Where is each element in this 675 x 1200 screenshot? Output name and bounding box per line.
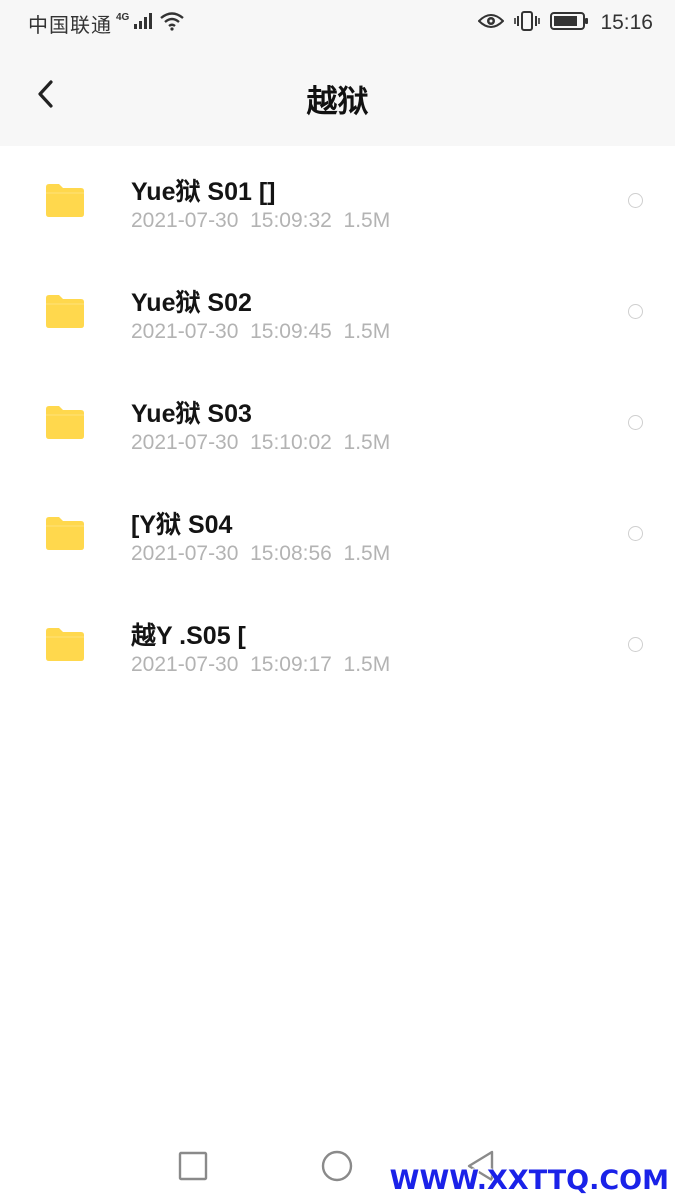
home-icon[interactable] — [319, 1148, 355, 1184]
signal-icon — [133, 12, 155, 35]
wifi-icon — [159, 11, 185, 36]
file-size: 1.5M — [343, 653, 391, 676]
list-item[interactable]: Yue狱 S02 2021-07-30 15:09:45 1.5M — [0, 257, 675, 368]
file-date: 2021-07-30 — [131, 320, 239, 343]
select-radio[interactable] — [628, 304, 643, 319]
folder-icon — [44, 515, 86, 551]
file-date: 2021-07-30 — [131, 431, 239, 454]
file-name: Yue狱 S02 — [131, 289, 252, 317]
clock: 15:16 — [600, 11, 653, 34]
recent-apps-icon[interactable] — [175, 1148, 211, 1184]
page-title: 越狱 — [306, 84, 369, 119]
watermark: WWW.XXTTQ.COM — [389, 1165, 669, 1196]
file-time: 15:09:17 — [250, 653, 332, 676]
network-type-label: 4G — [116, 11, 130, 23]
file-name: Yue狱 S03 — [131, 400, 252, 428]
file-time: 15:09:45 — [250, 320, 332, 343]
list-item[interactable]: Yue狱 S03 2021-07-30 15:10:02 1.5M — [0, 368, 675, 479]
title-bar: 越狱 — [0, 46, 675, 146]
folder-icon — [44, 182, 86, 218]
folder-icon — [44, 404, 86, 440]
file-meta: 2021-07-30 15:08:56 1.5M — [131, 542, 390, 566]
file-size: 1.5M — [343, 542, 391, 565]
file-date: 2021-07-30 — [131, 209, 239, 232]
status-bar: 中国联通 4G 15:16 — [0, 0, 675, 46]
file-meta: 2021-07-30 15:10:02 1.5M — [131, 431, 390, 455]
folder-icon — [44, 626, 86, 662]
file-meta: 2021-07-30 15:09:45 1.5M — [131, 320, 390, 344]
file-meta: 2021-07-30 15:09:17 1.5M — [131, 653, 390, 677]
file-name: Yue狱 S01 [] — [131, 178, 276, 206]
list-item[interactable]: [Y狱 S04 2021-07-30 15:08:56 1.5M — [0, 479, 675, 590]
file-list: Yue狱 S01 [] 2021-07-30 15:09:32 1.5M Yue… — [0, 146, 675, 701]
file-name: [Y狱 S04 — [131, 511, 233, 539]
file-size: 1.5M — [343, 209, 391, 232]
eye-icon — [478, 12, 505, 35]
file-time: 15:09:32 — [250, 209, 332, 232]
select-radio[interactable] — [628, 415, 643, 430]
file-name: 越Y .S05 [ — [131, 622, 246, 650]
list-item[interactable]: Yue狱 S01 [] 2021-07-30 15:09:32 1.5M — [0, 146, 675, 257]
file-date: 2021-07-30 — [131, 542, 239, 565]
battery-icon — [550, 11, 590, 36]
file-size: 1.5M — [343, 320, 391, 343]
file-time: 15:10:02 — [250, 431, 332, 454]
vibrate-icon — [514, 10, 541, 37]
file-date: 2021-07-30 — [131, 653, 239, 676]
select-radio[interactable] — [628, 526, 643, 541]
file-meta: 2021-07-30 15:09:32 1.5M — [131, 209, 390, 233]
carrier-label: 中国联通 — [28, 14, 112, 37]
file-time: 15:08:56 — [250, 542, 332, 565]
select-radio[interactable] — [628, 637, 643, 652]
list-item[interactable]: 越Y .S05 [ 2021-07-30 15:09:17 1.5M — [0, 590, 675, 701]
folder-icon — [44, 293, 86, 329]
file-size: 1.5M — [343, 431, 391, 454]
select-radio[interactable] — [628, 193, 643, 208]
